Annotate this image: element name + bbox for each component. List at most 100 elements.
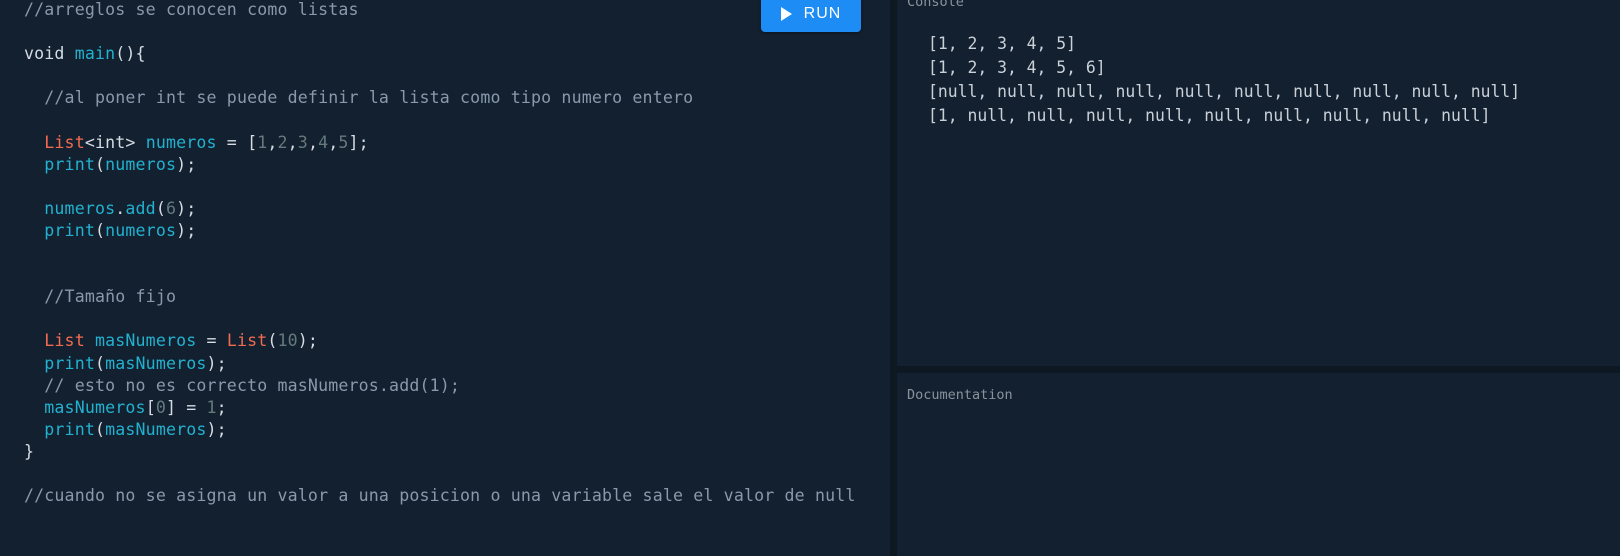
code-token-comment: //Tamaño fijo	[44, 287, 177, 307]
console-line: [1, 2, 3, 4, 5, 6]	[928, 58, 1106, 77]
code-token-type: List	[44, 331, 85, 351]
code-token-fn: print	[44, 419, 95, 439]
code-token-comment: //arreglos se conocen como listas	[24, 0, 359, 19]
code-token-plain: );	[176, 154, 197, 174]
code-token-num: 1	[257, 132, 268, 152]
code-line: // esto no es correcto masNumeros.add(1)…	[24, 375, 856, 397]
code-token-plain: );	[206, 353, 227, 373]
code-token-plain: );	[206, 419, 227, 439]
code-token-num: 1	[206, 397, 217, 417]
code-line: List masNumeros = List(10);	[24, 330, 856, 352]
code-token-num: 5	[338, 132, 349, 152]
code-token-plain: }	[24, 441, 35, 461]
code-line: masNumeros[0] = 1;	[24, 397, 856, 419]
code-token-fn: print	[44, 220, 95, 240]
code-token-plain: (	[94, 419, 106, 439]
code-token-fn: main	[74, 44, 116, 64]
console-line: [1, null, null, null, null, null, null, …	[928, 106, 1491, 125]
code-line: print(masNumeros);	[24, 353, 856, 375]
code-line: print(masNumeros);	[24, 419, 856, 441]
code-line: numeros.add(6);	[24, 198, 856, 220]
code-token-fn: numeros	[145, 132, 217, 152]
code-token-plain: ];	[348, 132, 369, 152]
code-token-fn: numeros	[44, 198, 116, 218]
documentation-panel: Documentation	[897, 373, 1620, 556]
code-token-num: 3	[297, 132, 308, 152]
play-icon	[780, 7, 792, 21]
run-button[interactable]: RUN	[761, 0, 861, 32]
code-line: print(numeros);	[24, 220, 856, 242]
code-token-plain: (	[94, 220, 106, 240]
code-token-fn: masNumeros	[105, 419, 207, 439]
code-token-plain: =	[196, 331, 227, 351]
vertical-splitter[interactable]	[890, 0, 897, 556]
code-token-plain: ,	[267, 132, 278, 152]
code-token-fn: masNumeros	[44, 397, 146, 417]
code-token-plain: [	[145, 397, 156, 417]
code-token-fn: add	[125, 198, 156, 218]
console-line: [null, null, null, null, null, null, nul…	[928, 82, 1521, 101]
code-token-fn: masNumeros	[105, 353, 207, 373]
code-token-comment: //al poner int se puede definir la lista…	[44, 88, 694, 108]
code-token-plain: .	[115, 198, 126, 218]
code-token-plain: = [	[216, 132, 258, 152]
code-token-fn: numeros	[105, 154, 177, 174]
code-line: void main(){	[24, 43, 856, 65]
code-token-fn: masNumeros	[94, 331, 197, 351]
code-token-plain: ] =	[165, 397, 207, 417]
code-token-num: 10	[277, 331, 298, 351]
code-editor[interactable]: //arreglos se conocen como listas void ma…	[0, 0, 890, 556]
console-title: Console	[907, 0, 964, 10]
console-line: [1, 2, 3, 4, 5]	[928, 34, 1077, 53]
code-token-plain: (	[155, 198, 166, 218]
code-token-comment: //cuando no se asigna un valor a una pos…	[24, 486, 856, 506]
code-token-plain: (	[94, 154, 106, 174]
code-line: }	[24, 441, 856, 463]
code-token-plain: );	[297, 331, 319, 351]
code-line: //Tamaño fijo	[24, 286, 856, 308]
code-line: print(numeros);	[24, 154, 856, 176]
code-line: //cuando no se asigna un valor a una pos…	[24, 485, 856, 507]
code-token-plain: (){	[115, 44, 146, 64]
code-token-plain: ,	[328, 132, 339, 152]
code-token-plain: ;	[216, 397, 227, 417]
console-panel: Console [1, 2, 3, 4, 5] [1, 2, 3, 4, 5, 6…	[897, 0, 1620, 366]
code-line: //al poner int se puede definir la lista…	[24, 87, 856, 109]
code-token-type: List	[226, 331, 268, 351]
code-token-plain: (	[267, 331, 278, 351]
code-content[interactable]: //arreglos se conocen como listas void ma…	[24, 0, 856, 507]
code-token-comment: // esto no es correcto masNumeros.add(1)…	[44, 375, 461, 395]
code-token-plain: ,	[307, 132, 319, 152]
code-token-plain: );	[176, 198, 197, 218]
code-token-plain: <int>	[84, 132, 146, 152]
code-line: //arreglos se conocen como listas	[24, 0, 856, 21]
code-line: List<int> numeros = [1,2,3,4,5];	[24, 132, 856, 154]
horizontal-splitter[interactable]	[897, 366, 1620, 373]
code-token-plain: (	[94, 353, 106, 373]
documentation-title: Documentation	[907, 387, 1013, 403]
code-token-fn: print	[44, 353, 95, 373]
code-token-type: List	[44, 132, 85, 152]
code-token-num: 4	[318, 132, 329, 152]
code-token-plain: void	[24, 44, 75, 64]
